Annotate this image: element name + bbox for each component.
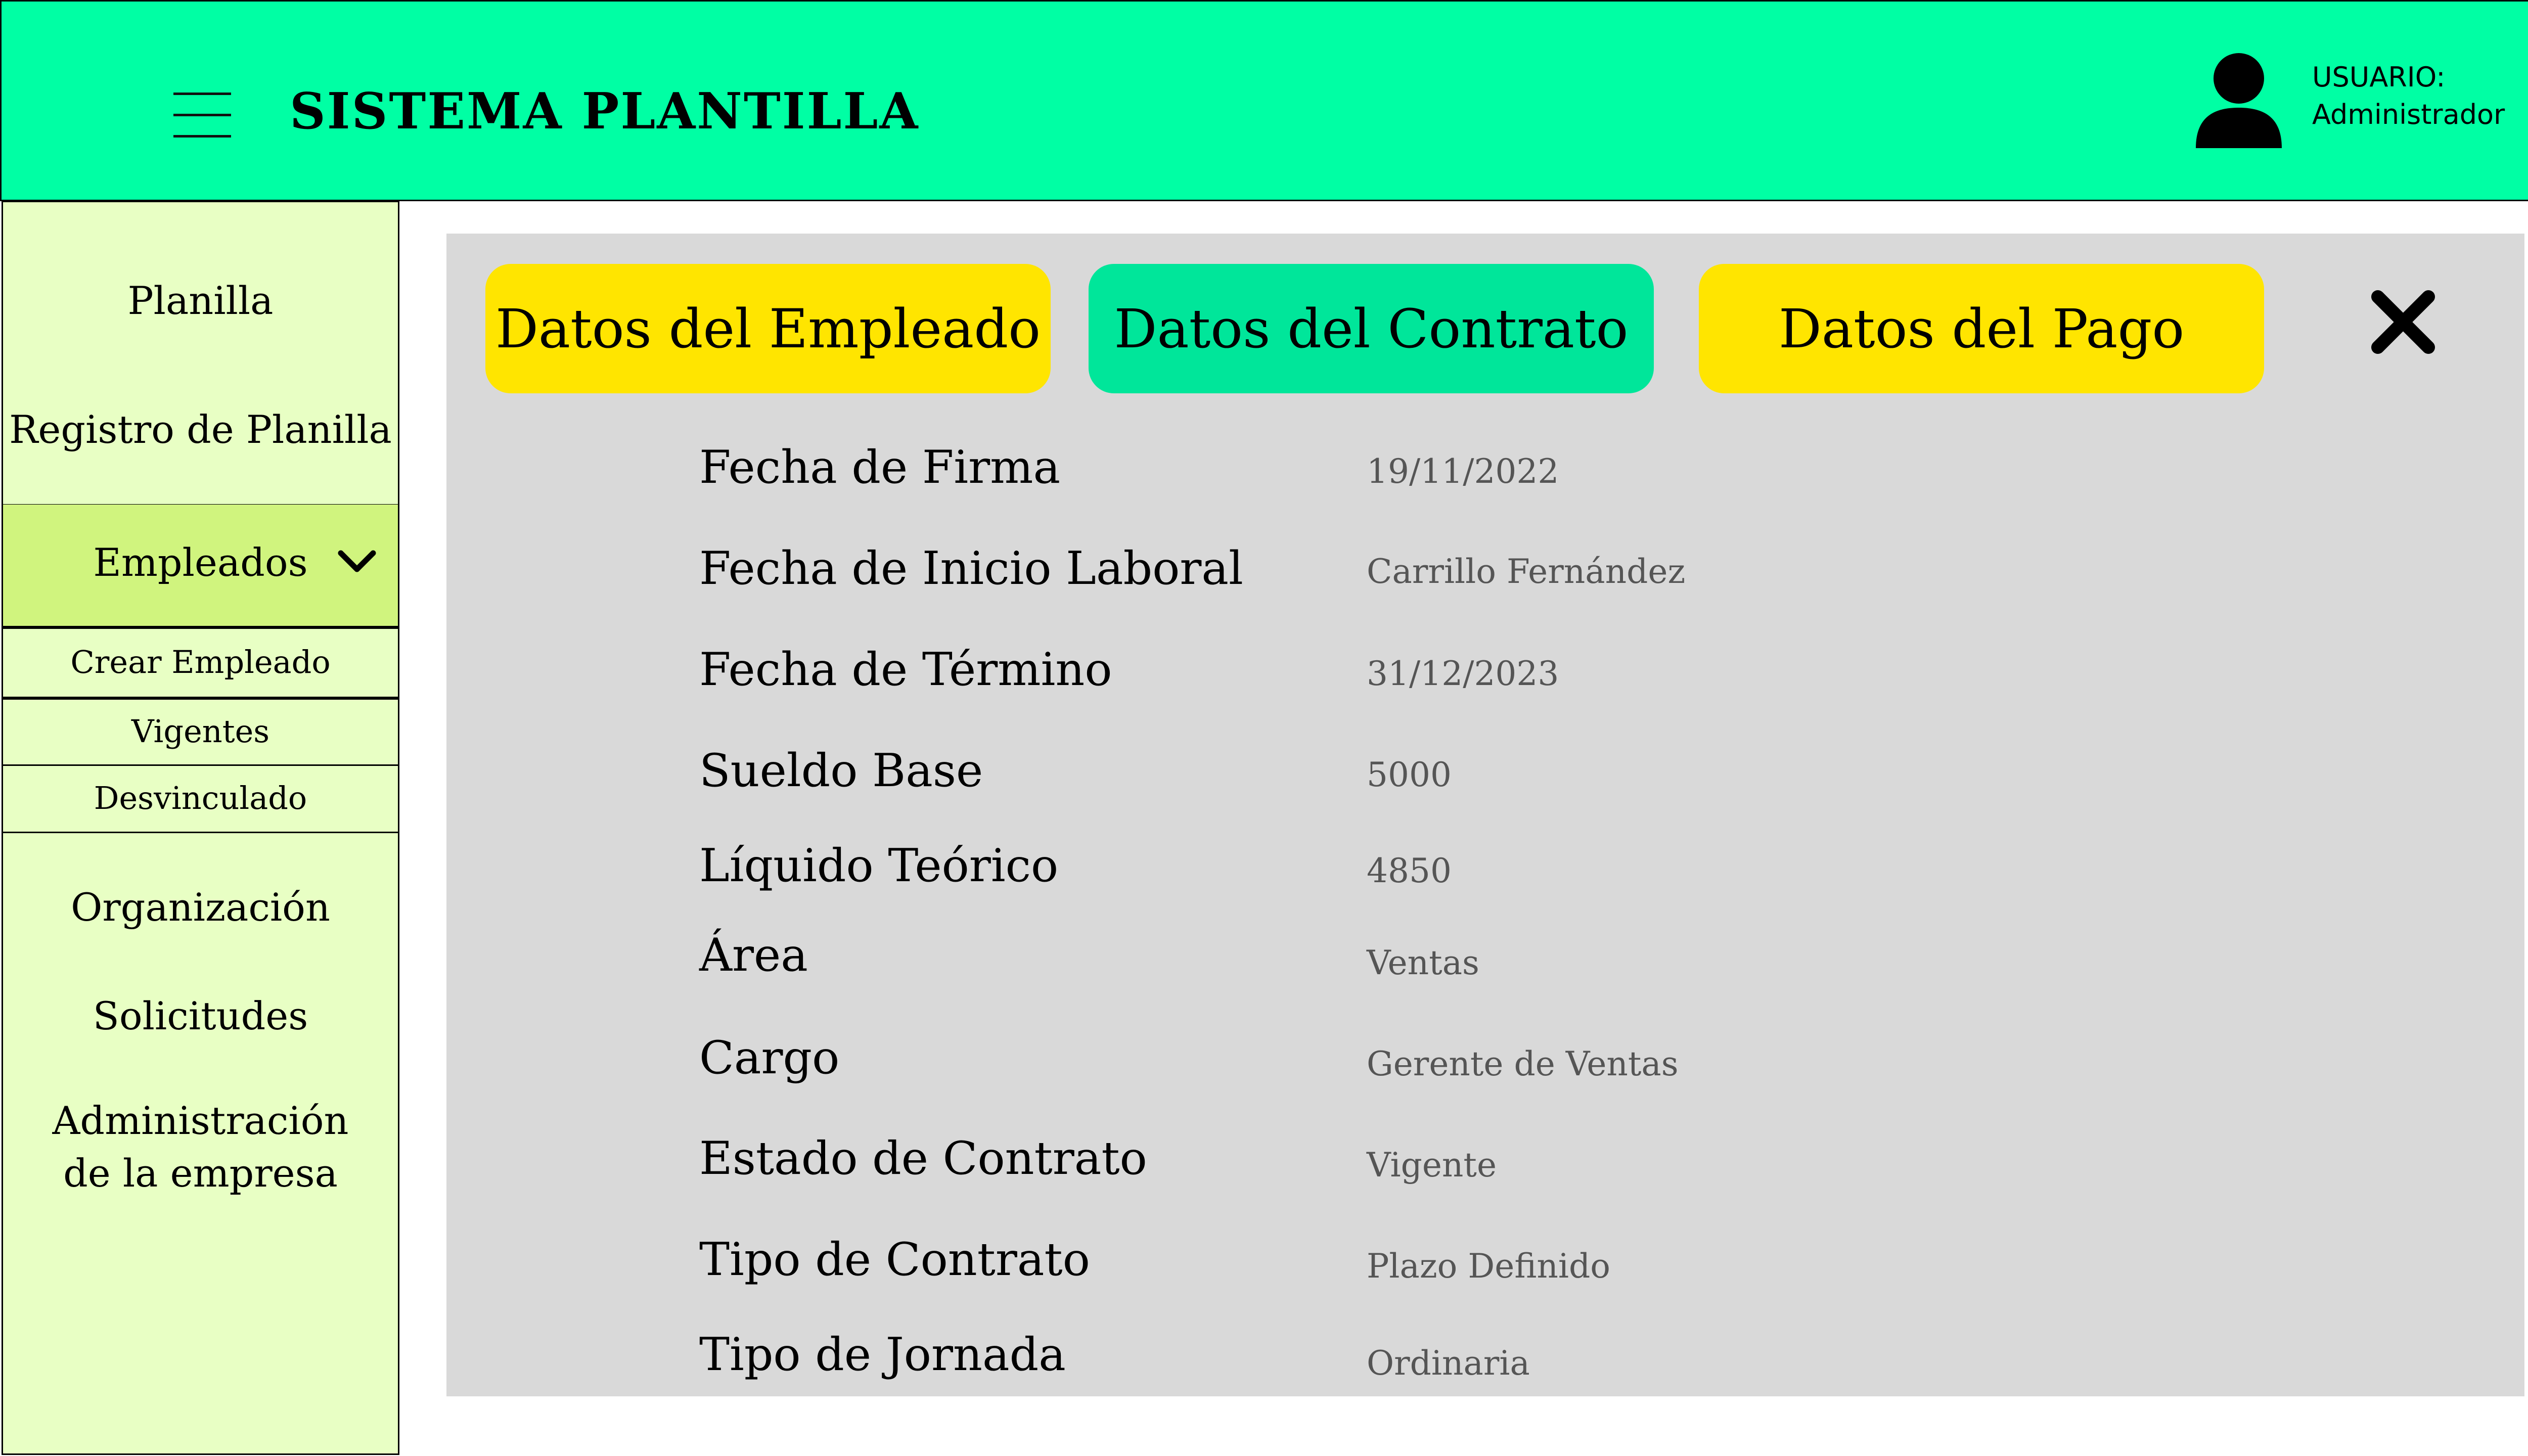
field-value-fecha-termino: 31/12/2023 bbox=[1367, 654, 1559, 693]
divider bbox=[3, 697, 398, 700]
divider bbox=[3, 832, 398, 833]
close-icon[interactable] bbox=[2365, 284, 2441, 360]
user-avatar-icon bbox=[2196, 53, 2282, 148]
contract-panel: Datos del Empleado Datos del Contrato Da… bbox=[446, 234, 2524, 1396]
user-label: USUARIO: bbox=[2312, 61, 2446, 93]
field-value-fecha-inicio: Carrillo Fernández bbox=[1367, 552, 1686, 591]
tab-datos-pago[interactable]: Datos del Pago bbox=[1699, 264, 2264, 393]
field-value-tipo-jornada: Ordinaria bbox=[1367, 1344, 1530, 1383]
field-label-tipo-jornada: Tipo de Jornada bbox=[699, 1328, 1066, 1381]
field-value-area: Ventas bbox=[1367, 943, 1479, 982]
sidebar-item-planilla[interactable]: Planilla bbox=[3, 278, 398, 323]
field-label-cargo: Cargo bbox=[699, 1031, 840, 1084]
tab-datos-contrato[interactable]: Datos del Contrato bbox=[1089, 264, 1654, 393]
sidebar-item-solicitudes[interactable]: Solicitudes bbox=[3, 993, 398, 1038]
chevron-down-icon[interactable] bbox=[337, 546, 377, 576]
sidebar: Planilla Registro de Planilla Empleados … bbox=[2, 201, 399, 1455]
field-value-estado-contrato: Vigente bbox=[1367, 1146, 1497, 1185]
field-label-area: Área bbox=[699, 929, 808, 982]
field-value-liquido-teorico: 4850 bbox=[1367, 851, 1452, 890]
field-value-sueldo-base: 5000 bbox=[1367, 755, 1452, 794]
sidebar-subitem-desvinculado[interactable]: Desvinculado bbox=[3, 780, 398, 816]
tab-datos-empleado[interactable]: Datos del Empleado bbox=[485, 264, 1051, 393]
field-label-fecha-firma: Fecha de Firma bbox=[699, 441, 1061, 494]
field-value-fecha-firma: 19/11/2022 bbox=[1367, 452, 1559, 491]
app-header: SISTEMA PLANTILLA USUARIO: Administrador bbox=[0, 0, 2528, 201]
app-title: SISTEMA PLANTILLA bbox=[290, 82, 920, 141]
sidebar-item-registro-planilla[interactable]: Registro de Planilla bbox=[3, 407, 398, 452]
sidebar-subitem-crear-empleado[interactable]: Crear Empleado bbox=[3, 644, 398, 680]
user-name: Administrador bbox=[2312, 99, 2505, 130]
field-label-fecha-inicio: Fecha de Inicio Laboral bbox=[699, 542, 1243, 595]
field-label-estado-contrato: Estado de Contrato bbox=[699, 1132, 1147, 1185]
field-label-sueldo-base: Sueldo Base bbox=[699, 744, 983, 797]
divider bbox=[3, 626, 398, 629]
field-value-tipo-contrato: Plazo Definido bbox=[1367, 1247, 1610, 1286]
sidebar-item-label: de la empresa bbox=[63, 1151, 338, 1196]
field-value-cargo: Gerente de Ventas bbox=[1367, 1044, 1679, 1083]
hamburger-menu-icon[interactable] bbox=[173, 93, 231, 138]
field-label-tipo-contrato: Tipo de Contrato bbox=[699, 1233, 1090, 1286]
sidebar-item-administracion[interactable]: Administración de la empresa bbox=[3, 1095, 398, 1200]
divider bbox=[3, 764, 398, 766]
sidebar-item-organizacion[interactable]: Organización bbox=[3, 885, 398, 930]
field-label-liquido-teorico: Líquido Teórico bbox=[699, 839, 1059, 892]
field-label-fecha-termino: Fecha de Término bbox=[699, 643, 1112, 696]
sidebar-subitem-vigentes[interactable]: Vigentes bbox=[3, 713, 398, 750]
sidebar-item-label: Administración bbox=[52, 1098, 349, 1143]
sidebar-item-empleados[interactable]: Empleados bbox=[3, 505, 398, 626]
